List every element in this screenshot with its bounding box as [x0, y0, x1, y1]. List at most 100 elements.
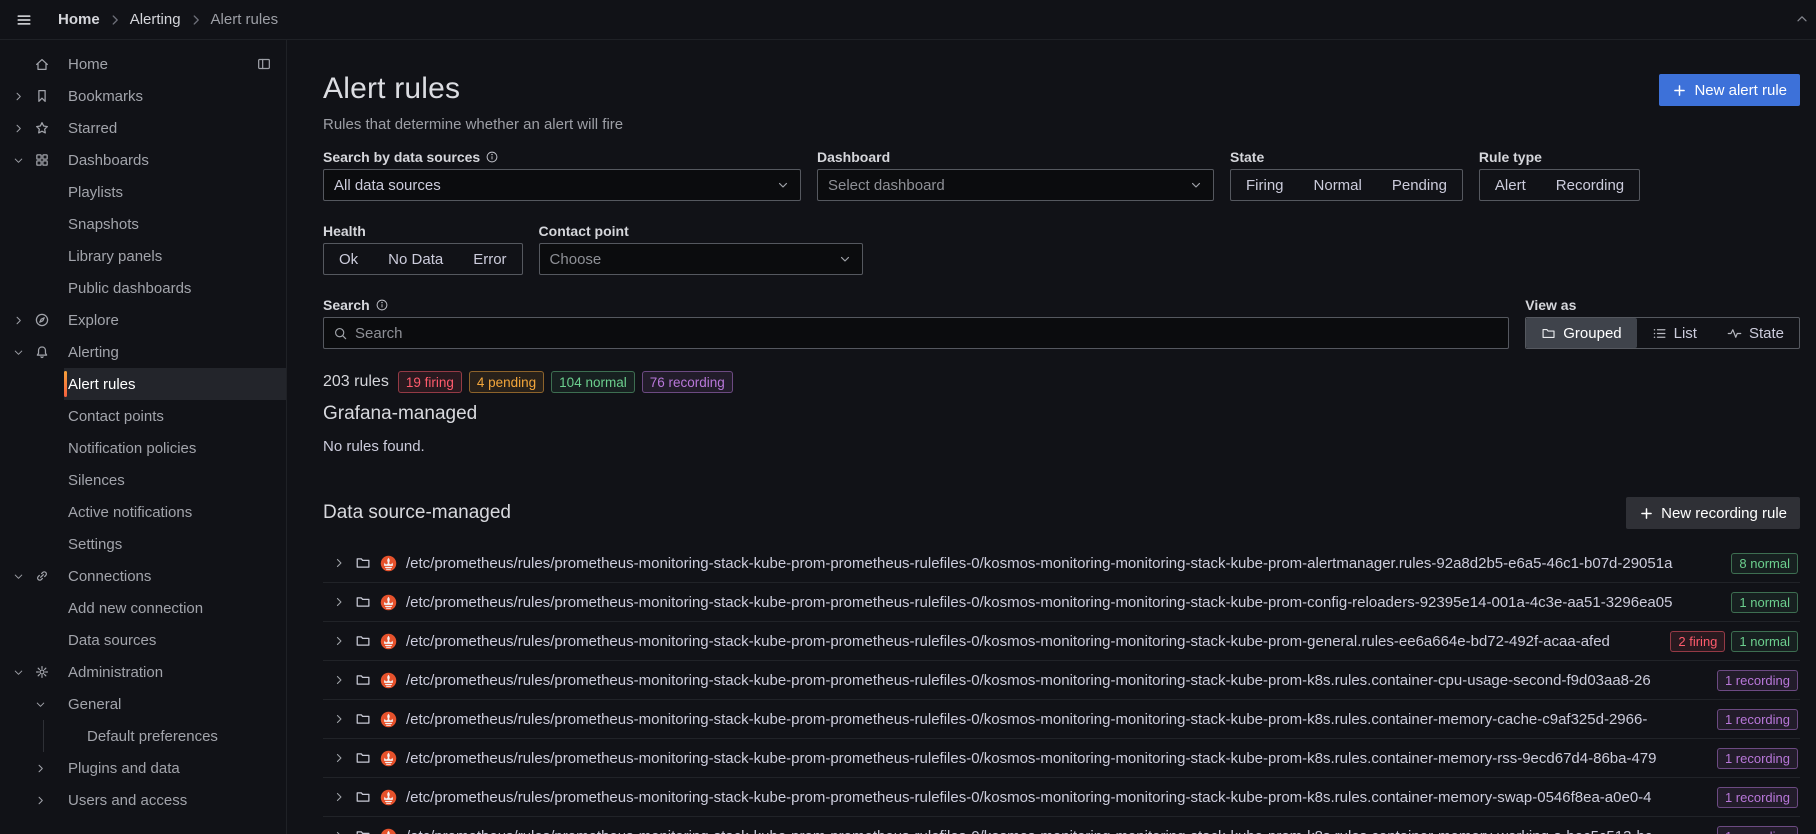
sidebar-item-contact-points[interactable]: Contact points	[0, 400, 286, 432]
search-input[interactable]	[355, 325, 1499, 342]
prometheus-icon	[380, 789, 397, 806]
sidebar-item-explore[interactable]: Explore	[0, 304, 286, 336]
status-badge: 8 normal	[1731, 553, 1798, 574]
sidebar-item-connections[interactable]: Connections	[0, 560, 286, 592]
rule-group-path[interactable]: /etc/prometheus/rules/prometheus-monitor…	[406, 594, 1722, 611]
chevron-down-icon[interactable]	[12, 666, 25, 679]
rules-list: /etc/prometheus/rules/prometheus-monitor…	[323, 544, 1800, 834]
sidebar-item-general[interactable]: General	[0, 688, 286, 720]
sidebar-item-bookmarks[interactable]: Bookmarks	[0, 80, 286, 112]
state-option-firing[interactable]: Firing	[1231, 170, 1299, 200]
rule-group-path[interactable]: /etc/prometheus/rules/prometheus-monitor…	[406, 672, 1708, 689]
folder-icon	[355, 594, 371, 610]
chevron-right-icon[interactable]	[332, 751, 346, 765]
sidebar-item-administration[interactable]: Administration	[0, 656, 286, 688]
info-icon	[375, 298, 389, 312]
chevron-right-icon[interactable]	[332, 712, 346, 726]
rule-group-path[interactable]: /etc/prometheus/rules/prometheus-monitor…	[406, 711, 1708, 728]
chevron-right-icon[interactable]	[12, 314, 25, 327]
dock-sidebar-icon[interactable]	[256, 56, 272, 72]
sidebar-item-alert-rules[interactable]: Alert rules	[0, 368, 286, 400]
chevron-right-icon[interactable]	[332, 790, 346, 804]
rule-group-path[interactable]: /etc/prometheus/rules/prometheus-monitor…	[406, 555, 1722, 572]
chevron-down-icon	[838, 252, 852, 266]
sidebar-item-library-panels[interactable]: Library panels	[0, 240, 286, 272]
page-header: Alert rules Rules that determine whether…	[323, 72, 1800, 133]
chevron-right-icon[interactable]	[332, 556, 346, 570]
sidebar-item-snapshots[interactable]: Snapshots	[0, 208, 286, 240]
new-alert-rule-button[interactable]: New alert rule	[1659, 74, 1800, 106]
view-as-option-state[interactable]: State	[1712, 318, 1799, 348]
star-icon	[34, 120, 50, 136]
chevron-right-icon[interactable]	[332, 595, 346, 609]
rule-group-row[interactable]: /etc/prometheus/rules/prometheus-monitor…	[323, 583, 1800, 622]
sidebar-item-default-preferences[interactable]: Default preferences	[0, 720, 286, 752]
prometheus-icon	[380, 750, 397, 767]
breadcrumb-alerting[interactable]: Alerting	[130, 11, 181, 28]
rule-group-row[interactable]: /etc/prometheus/rules/prometheus-monitor…	[323, 739, 1800, 778]
rule-type-option-alert[interactable]: Alert	[1480, 170, 1541, 200]
rule-group-row[interactable]: /etc/prometheus/rules/prometheus-monitor…	[323, 778, 1800, 817]
folder-icon	[355, 711, 371, 727]
sidebar-item-add-new-connection[interactable]: Add new connection	[0, 592, 286, 624]
folder-icon	[355, 789, 371, 805]
filter-state: State Firing Normal Pending	[1230, 149, 1463, 201]
sidebar-item-notification-policies[interactable]: Notification policies	[0, 432, 286, 464]
state-option-pending[interactable]: Pending	[1377, 170, 1462, 200]
health-option-nodata[interactable]: No Data	[373, 244, 458, 274]
sidebar-item-active-notifications[interactable]: Active notifications	[0, 496, 286, 528]
state-option-normal[interactable]: Normal	[1299, 170, 1377, 200]
menu-icon[interactable]	[16, 12, 32, 28]
sidebar-item-users-and-access[interactable]: Users and access	[0, 784, 286, 816]
chevron-right-icon[interactable]	[34, 762, 47, 775]
chevron-down-icon[interactable]	[34, 698, 47, 711]
rule-group-row[interactable]: /etc/prometheus/rules/prometheus-monitor…	[323, 622, 1800, 661]
data-source-select[interactable]: All data sources	[323, 169, 801, 201]
rule-group-row[interactable]: /etc/prometheus/rules/prometheus-monitor…	[323, 700, 1800, 739]
rule-group-row[interactable]: /etc/prometheus/rules/prometheus-monitor…	[323, 544, 1800, 583]
dashboard-select[interactable]: Select dashboard	[817, 169, 1214, 201]
rule-group-path[interactable]: /etc/prometheus/rules/prometheus-monitor…	[406, 633, 1661, 650]
sidebar-item-silences[interactable]: Silences	[0, 464, 286, 496]
chevron-down-icon[interactable]	[12, 346, 25, 359]
filter-rule-type: Rule type Alert Recording	[1479, 149, 1640, 201]
chevron-right-icon[interactable]	[12, 90, 25, 103]
chevron-up-icon[interactable]	[1794, 11, 1810, 27]
rule-group-path[interactable]: /etc/prometheus/rules/prometheus-monitor…	[406, 789, 1708, 806]
chevron-right-icon[interactable]	[12, 122, 25, 135]
new-recording-rule-button[interactable]: New recording rule	[1626, 497, 1800, 529]
prometheus-icon	[380, 633, 397, 650]
health-radio-group: Ok No Data Error	[323, 243, 523, 275]
chevron-right-icon[interactable]	[332, 634, 346, 648]
rule-group-path[interactable]: /etc/prometheus/rules/prometheus-monitor…	[406, 750, 1708, 767]
rule-group-row[interactable]: /etc/prometheus/rules/prometheus-monitor…	[323, 817, 1800, 834]
chevron-right-icon[interactable]	[34, 794, 47, 807]
sidebar-item-data-sources[interactable]: Data sources	[0, 624, 286, 656]
chevron-down-icon	[776, 178, 790, 192]
sidebar-item-settings[interactable]: Settings	[0, 528, 286, 560]
breadcrumb-home[interactable]: Home	[58, 11, 100, 28]
chevron-down-icon[interactable]	[12, 570, 25, 583]
rule-group-row[interactable]: /etc/prometheus/rules/prometheus-monitor…	[323, 661, 1800, 700]
view-as-option-list[interactable]: List	[1637, 318, 1712, 348]
chevron-right-icon[interactable]	[332, 673, 346, 687]
health-option-ok[interactable]: Ok	[324, 244, 373, 274]
prometheus-icon	[380, 594, 397, 611]
chevron-right-icon	[188, 12, 204, 28]
chevron-right-icon[interactable]	[332, 829, 346, 834]
sidebar-item-playlists[interactable]: Playlists	[0, 176, 286, 208]
view-as-option-grouped[interactable]: Grouped	[1526, 318, 1636, 348]
sidebar-item-public-dashboards[interactable]: Public dashboards	[0, 272, 286, 304]
contact-point-select[interactable]: Choose	[539, 243, 863, 275]
rule-type-option-recording[interactable]: Recording	[1541, 170, 1639, 200]
sidebar-item-dashboards[interactable]: Dashboards	[0, 144, 286, 176]
rule-group-path[interactable]: /etc/prometheus/rules/prometheus-monitor…	[406, 828, 1708, 834]
health-option-error[interactable]: Error	[458, 244, 521, 274]
sidebar-item-plugins-and-data[interactable]: Plugins and data	[0, 752, 286, 784]
sidebar-item-starred[interactable]: Starred	[0, 112, 286, 144]
status-badge: 1 normal	[1731, 592, 1798, 613]
sidebar-item-alerting[interactable]: Alerting	[0, 336, 286, 368]
bell-icon	[34, 344, 50, 360]
chevron-down-icon[interactable]	[12, 154, 25, 167]
sidebar-item-home[interactable]: Home	[0, 48, 286, 80]
